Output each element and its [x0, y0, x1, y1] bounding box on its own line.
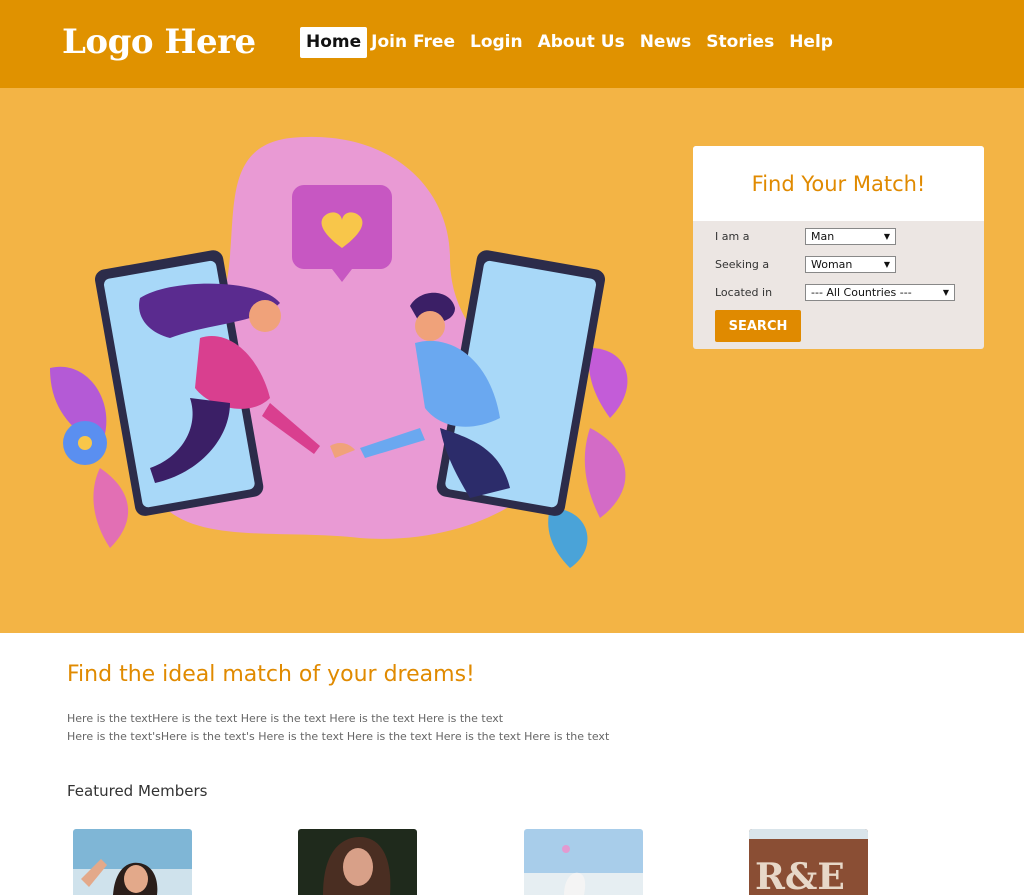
intro-line-1: Here is the textHere is the text Here is…	[67, 712, 504, 725]
i-am-value: Man	[811, 230, 835, 243]
intro-heading: Find the ideal match of your dreams!	[67, 662, 475, 687]
i-am-select[interactable]: Man ▼	[805, 228, 896, 245]
nav-join-free[interactable]: Join Free	[371, 27, 455, 58]
chevron-down-icon: ▼	[942, 288, 949, 297]
location-value: --- All Countries ---	[811, 286, 912, 299]
nav-stories[interactable]: Stories	[706, 27, 774, 58]
chevron-down-icon: ▼	[883, 260, 890, 269]
site-header: Logo Here Home Join Free Login About Us …	[0, 0, 1024, 88]
search-row-gender: I am a Man ▼	[715, 228, 896, 245]
nav-about-us[interactable]: About Us	[538, 27, 625, 58]
search-panel: Find Your Match! I am a Man ▼ Seeking a …	[693, 146, 984, 349]
main-nav: Home Join Free Login About Us News Stori…	[300, 27, 848, 58]
seeking-value: Woman	[811, 258, 853, 271]
nav-news[interactable]: News	[640, 27, 692, 58]
nav-home[interactable]: Home	[300, 27, 368, 58]
intro-line-2: Here is the text'sHere is the text's Her…	[67, 730, 610, 743]
search-button[interactable]: SEARCH	[715, 310, 801, 342]
nav-help[interactable]: Help	[789, 27, 833, 58]
search-title: Find Your Match!	[751, 171, 926, 196]
i-am-label: I am a	[715, 230, 750, 243]
search-header: Find Your Match!	[693, 146, 984, 221]
member-photo[interactable]	[298, 829, 417, 895]
site-logo[interactable]: Logo Here	[62, 22, 256, 62]
heart-bubble-icon	[292, 185, 392, 282]
search-row-location: Located in --- All Countries --- ▼	[715, 284, 955, 301]
intro-text: Here is the textHere is the text Here is…	[67, 710, 609, 746]
svg-text:R&E: R&E	[755, 856, 845, 895]
member-photo[interactable]	[73, 829, 192, 895]
member-photo[interactable]	[524, 829, 643, 895]
nav-login[interactable]: Login	[470, 27, 523, 58]
member-photo[interactable]: R&E	[749, 829, 868, 895]
location-label: Located in	[715, 286, 773, 299]
seeking-select[interactable]: Woman ▼	[805, 256, 896, 273]
hero-illustration	[50, 136, 628, 568]
location-select[interactable]: --- All Countries --- ▼	[805, 284, 955, 301]
search-row-seeking: Seeking a Woman ▼	[715, 256, 896, 273]
seeking-label: Seeking a	[715, 258, 770, 271]
chevron-down-icon: ▼	[883, 232, 890, 241]
featured-members-heading: Featured Members	[67, 782, 208, 800]
hero-banner: Find Your Match! I am a Man ▼ Seeking a …	[0, 88, 1024, 633]
